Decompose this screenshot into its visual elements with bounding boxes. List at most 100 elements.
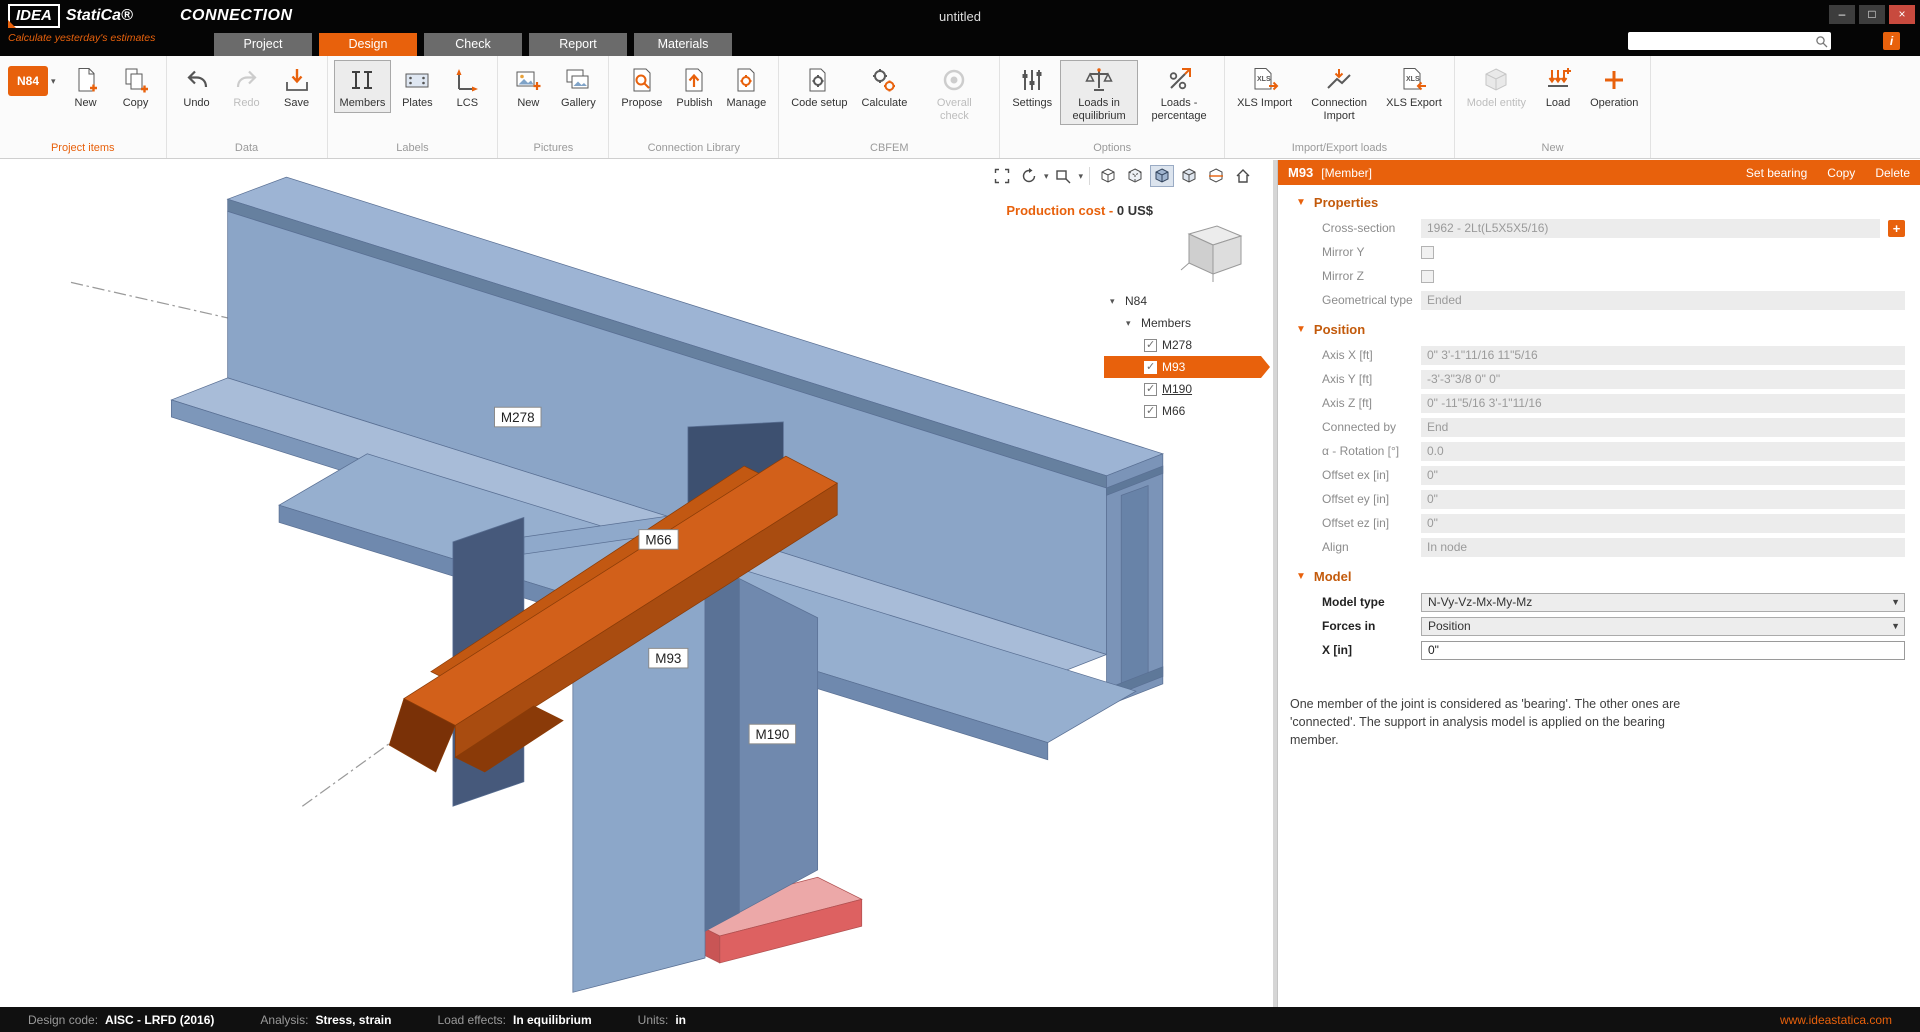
status-label: Units: [638, 1013, 669, 1027]
code-setup-button[interactable]: Code setup [785, 60, 853, 113]
member-label-m66[interactable]: M66 [639, 530, 678, 550]
tree-item-m190[interactable]: M190 [1104, 378, 1270, 400]
section-model[interactable]: ▼ Model [1278, 563, 1920, 590]
button-label: Undo [183, 97, 209, 110]
tab-check[interactable]: Check [424, 33, 522, 56]
tab-design[interactable]: Design [319, 33, 417, 56]
tree-item-label: M190 [1162, 382, 1192, 396]
collapse-icon[interactable]: ▾ [1126, 318, 1136, 329]
tree-item-m93[interactable]: M93 [1104, 356, 1270, 378]
section-position[interactable]: ▼ Position [1278, 316, 1920, 343]
info-icon[interactable]: i [1883, 32, 1900, 50]
ribbon-group-labels: Members Plates LCS Labels [328, 56, 499, 158]
member-label-m278[interactable]: M278 [495, 407, 542, 427]
plates-labels-toggle[interactable]: Plates [393, 60, 441, 113]
loads-percentage-toggle[interactable]: Loads - percentage [1140, 60, 1218, 125]
tree-item-m278[interactable]: M278 [1104, 334, 1270, 356]
3d-model-canvas[interactable]: M278 M66 M93 M190 [0, 160, 1273, 1007]
gallery-button[interactable]: Gallery [554, 60, 602, 113]
view-solid-button[interactable] [1150, 165, 1174, 187]
collapse-icon[interactable]: ▼ [1296, 571, 1306, 582]
collapse-icon[interactable]: ▾ [1110, 296, 1120, 307]
mirror-y-checkbox[interactable] [1421, 246, 1434, 259]
new-load-button[interactable]: Load [1534, 60, 1582, 113]
zoom-window-dropdown-icon[interactable]: ▾ [1078, 171, 1083, 182]
mirror-z-checkbox[interactable] [1421, 270, 1434, 283]
close-button[interactable]: × [1889, 5, 1915, 24]
calculate-button[interactable]: Calculate [855, 60, 913, 113]
ribbon: N84 ▾ New Copy Project items Undo [0, 56, 1920, 159]
add-cross-section-button[interactable]: + [1888, 220, 1905, 237]
collapse-icon[interactable]: ▼ [1296, 324, 1306, 335]
home-view-button[interactable] [1231, 165, 1255, 187]
tab-project[interactable]: Project [214, 33, 312, 56]
model-type-dropdown[interactable]: N-Vy-Vz-Mx-My-Mz▼ [1421, 593, 1905, 612]
visibility-checkbox[interactable] [1144, 383, 1157, 396]
tree-node-n84[interactable]: ▾ N84 [1104, 290, 1270, 312]
xls-import-button[interactable]: XLS XLS Import [1231, 60, 1298, 113]
new-operation-button[interactable]: Operation [1584, 60, 1644, 113]
group-label: Labels [334, 140, 492, 158]
offset-ex-row: Offset ex [in] 0" [1278, 463, 1920, 487]
settings-button[interactable]: Settings [1006, 60, 1058, 113]
set-bearing-button[interactable]: Set bearing [1746, 166, 1807, 180]
current-project-item-button[interactable]: N84 [8, 66, 48, 96]
tree-node-members[interactable]: ▾ Members [1104, 312, 1270, 334]
panel-header: M93 [Member] Set bearing Copy Delete [1278, 160, 1920, 185]
zoom-window-button[interactable] [1051, 165, 1075, 187]
member-properties-panel: M93 [Member] Set bearing Copy Delete ▼ P… [1277, 160, 1920, 1007]
status-label: Analysis: [260, 1013, 308, 1027]
home-view-icon [1234, 167, 1252, 185]
visibility-checkbox[interactable] [1144, 405, 1157, 418]
new-project-item-button[interactable]: New [62, 60, 110, 113]
copy-member-button[interactable]: Copy [1827, 166, 1855, 180]
collapse-icon[interactable]: ▼ [1296, 197, 1306, 208]
view-cube[interactable] [1177, 218, 1251, 284]
field-label: Geometrical type [1322, 293, 1421, 307]
orbit-button[interactable] [1017, 165, 1041, 187]
loads-in-equilibrium-toggle[interactable]: Loads in equilibrium [1060, 60, 1138, 125]
view-wireframe-button[interactable] [1096, 165, 1120, 187]
viewport-3d[interactable]: M278 M66 M93 M190 [0, 160, 1273, 1007]
orbit-dropdown-icon[interactable]: ▾ [1044, 171, 1049, 182]
view-transparent-button[interactable] [1177, 165, 1201, 187]
delete-member-button[interactable]: Delete [1875, 166, 1910, 180]
connection-import-button[interactable]: Connection Import [1300, 60, 1378, 125]
website-link[interactable]: www.ideastatica.com [1780, 1013, 1892, 1027]
fit-view-icon [993, 167, 1011, 185]
section-properties[interactable]: ▼ Properties [1278, 189, 1920, 216]
forces-in-dropdown[interactable]: Position▼ [1421, 617, 1905, 636]
members-labels-toggle[interactable]: Members [334, 60, 392, 113]
group-label: Import/Export loads [1231, 140, 1448, 158]
minimize-button[interactable]: – [1829, 5, 1855, 24]
view-hidden-lines-button[interactable] [1123, 165, 1147, 187]
load-effects-status: Load effects: In equilibrium [437, 1013, 591, 1027]
forces-in-row: Forces in Position▼ [1278, 614, 1920, 638]
ribbon-group-new: Model entity Load Operation New [1455, 56, 1652, 158]
visibility-checkbox[interactable] [1144, 361, 1157, 374]
section-view-button[interactable] [1204, 165, 1228, 187]
save-button[interactable]: Save [273, 60, 321, 113]
search-input[interactable] [1628, 35, 1815, 47]
tree-item-m66[interactable]: M66 [1104, 400, 1270, 422]
lcs-labels-toggle[interactable]: LCS [443, 60, 491, 113]
copy-project-item-button[interactable]: Copy [112, 60, 160, 113]
member-label-m93[interactable]: M93 [649, 648, 688, 668]
visibility-checkbox[interactable] [1144, 339, 1157, 352]
fit-view-button[interactable] [990, 165, 1014, 187]
x-position-input[interactable]: 0" [1421, 641, 1905, 660]
propose-button[interactable]: Propose [615, 60, 668, 113]
tab-report[interactable]: Report [529, 33, 627, 56]
undo-button[interactable]: Undo [173, 60, 221, 113]
new-picture-button[interactable]: New [504, 60, 552, 113]
publish-button[interactable]: Publish [670, 60, 718, 113]
tab-materials[interactable]: Materials [634, 33, 732, 56]
manage-button[interactable]: Manage [720, 60, 772, 113]
button-label: Settings [1012, 97, 1052, 110]
status-value: In equilibrium [513, 1013, 592, 1027]
xls-export-icon: XLS [1399, 65, 1429, 95]
xls-export-button[interactable]: XLS XLS Export [1380, 60, 1448, 113]
maximize-button[interactable]: □ [1859, 5, 1885, 24]
chevron-down-icon[interactable]: ▾ [51, 76, 56, 87]
member-label-m190[interactable]: M190 [749, 724, 796, 744]
